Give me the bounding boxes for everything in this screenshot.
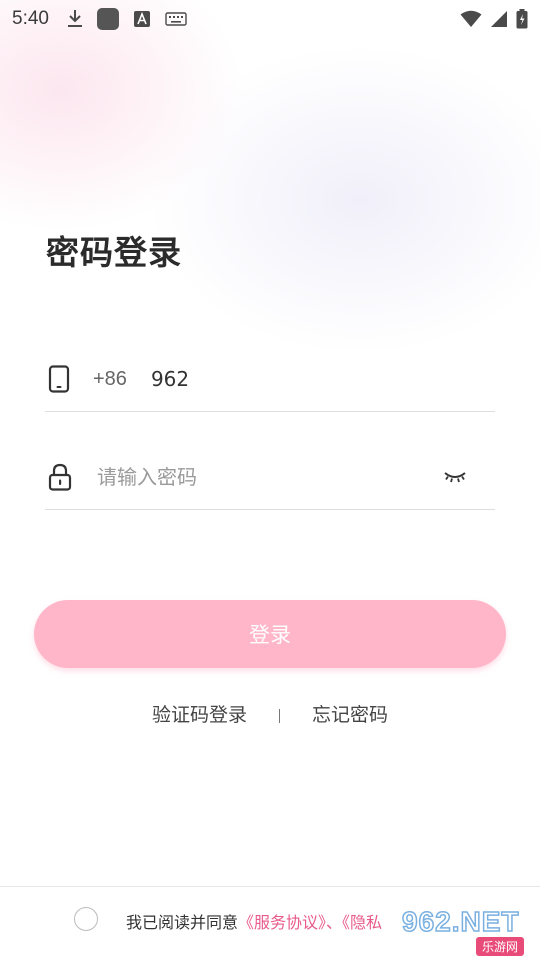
agreement-prefix: 我已阅读并同意 [126,913,239,932]
download-icon [67,9,83,29]
status-icons-left [67,8,187,30]
wifi-icon [460,10,482,28]
sms-login-link[interactable]: 验证码登录 [152,704,247,726]
app-square-icon [96,8,119,30]
forgot-password-link[interactable]: 忘记密码 [312,704,388,726]
password-field [45,445,495,510]
status-time: 5:40 [12,8,49,29]
country-code-prefix[interactable]: +86 [93,368,127,391]
status-icons-right [460,9,528,29]
battery-icon [516,9,528,29]
eye-closed-icon[interactable] [443,470,467,484]
login-links: 验证码登录 忘记密码 [0,700,540,727]
watermark-brand: 962.NET [401,905,520,938]
phone-icon [48,365,78,393]
page-title: 密码登录 [46,233,182,272]
agreement-checkbox[interactable] [74,907,98,931]
watermark-subtitle: 乐游网 [476,937,525,956]
agreement-separator: 、 [326,913,343,932]
service-agreement-link[interactable]: 《服务协议》 [238,913,326,932]
keyboard-icon [165,12,187,26]
status-bar: 5:40 [0,0,540,38]
phone-field: +86 [45,347,495,412]
lock-icon [48,463,78,491]
signal-icon [490,10,508,28]
agreement-text: 我已阅读并同意《服务协议》、《隐私 [126,909,382,933]
login-button[interactable]: 登录 [34,600,506,668]
phone-input[interactable] [148,366,453,392]
privacy-policy-link[interactable]: 《隐私 [342,913,382,932]
watermark-logo: 962.NET 乐游网 [401,905,532,956]
link-divider [279,708,280,723]
password-input[interactable] [95,464,419,490]
font-a-icon [133,10,151,28]
